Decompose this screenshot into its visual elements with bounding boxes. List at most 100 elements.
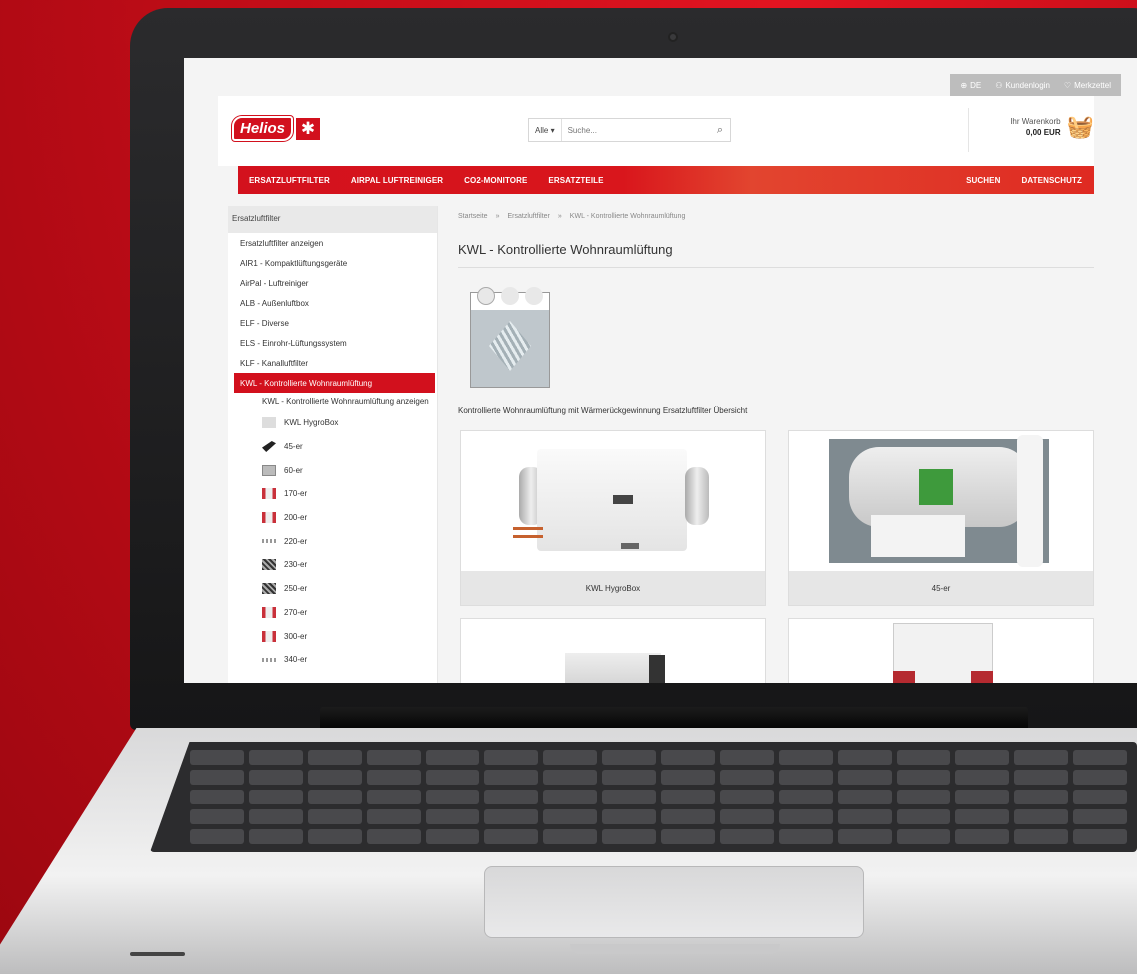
product-label: 250-er <box>284 584 308 594</box>
keyboard-key <box>719 769 774 785</box>
sidebar-item[interactable]: Ersatzluftfilter anzeigen <box>228 233 437 253</box>
cart-total: 0,00 EUR <box>1025 128 1061 137</box>
user-icon: ⚇ <box>995 80 1003 90</box>
product-image-part <box>565 653 661 683</box>
keyboard-key <box>778 750 833 765</box>
sidebar-item[interactable]: AirPal - Luftreiniger <box>228 273 437 293</box>
sidebar-item[interactable]: ALB - Außenluftbox <box>228 293 437 313</box>
category-sidebar: Ersatzluftfilter Ersatzluftfilter anzeig… <box>228 206 438 683</box>
keyboard-key <box>896 789 951 805</box>
keyboard-key <box>307 809 362 825</box>
sidebar-item-active[interactable]: KWL - Kontrollierte Wohnraumlüftung <box>234 373 435 393</box>
keyboard <box>150 742 1137 852</box>
product-label: 300-er <box>284 631 308 641</box>
sidebar-product-item[interactable]: 230-er <box>228 553 437 577</box>
sidebar-product-item[interactable]: 300-er <box>228 624 437 648</box>
product-thumbnail <box>262 630 276 642</box>
keyboard-key <box>602 769 656 785</box>
keyboard-key <box>719 750 774 765</box>
main-navigation: ERSATZLUFTFILTER AIRPAL LUFTREINIGER CO2… <box>238 166 1094 194</box>
language-selector[interactable]: ⊕ DE <box>960 81 981 90</box>
product-image <box>789 619 1093 683</box>
keyboard-key <box>425 789 480 805</box>
globe-icon: ⊕ <box>960 80 968 90</box>
keyboard-key <box>543 769 598 785</box>
keyboard-key <box>955 789 1010 805</box>
product-card-60er[interactable] <box>460 618 766 683</box>
keyboard-key <box>484 750 539 765</box>
breadcrumb-home[interactable]: Startseite <box>458 213 488 220</box>
product-image-part <box>893 671 915 683</box>
product-image <box>789 431 1093 571</box>
cart-widget[interactable]: Ihr Warenkorb 0,00 EUR 🧺 <box>1010 116 1094 138</box>
header-divider <box>968 108 969 152</box>
keyboard-key <box>366 809 421 825</box>
product-image-part <box>621 543 639 549</box>
keyboard-key <box>307 789 362 805</box>
product-thumbnail <box>262 512 276 524</box>
sidebar-product-item[interactable]: 200-er <box>228 506 437 530</box>
utility-bar: ⊕ DE ⚇ Kundenlogin ♡ Merkzettel <box>950 74 1121 96</box>
logo-wordmark: Helios <box>232 116 294 141</box>
sidebar-subitem-show-all[interactable]: KWL - Kontrollierte Wohnraumlüftung anze… <box>228 393 437 411</box>
breadcrumb-separator: » <box>495 213 500 220</box>
sidebar-product-item[interactable]: 270-er <box>228 601 437 625</box>
sidebar-item[interactable]: ELS - Einrohr-Lüftungssystem <box>228 333 437 353</box>
product-thumbnail <box>262 441 276 453</box>
sidebar-item[interactable]: ELF - Diverse <box>228 313 437 333</box>
keyboard-key <box>837 750 892 765</box>
wishlist-link[interactable]: ♡ Merkzettel <box>1064 81 1111 90</box>
keyboard-key <box>837 809 892 825</box>
nav-airpal-luftreiniger[interactable]: AIRPAL LUFTREINIGER <box>351 176 443 185</box>
breadcrumb-category[interactable]: Ersatzluftfilter <box>507 213 549 220</box>
product-image-part <box>513 527 543 530</box>
search-icon[interactable]: ⌕ <box>710 124 730 137</box>
sidebar-product-item[interactable]: 170-er <box>228 482 437 506</box>
product-card-45er[interactable]: 45-er <box>788 430 1094 606</box>
helios-logo[interactable]: Helios ✱ <box>232 116 321 141</box>
nav-ersatzteile[interactable]: ERSATZTEILE <box>548 176 603 185</box>
keyboard-key <box>955 829 1010 844</box>
breadcrumb: Startseite » Ersatzluftfilter » KWL - Ko… <box>458 213 1094 220</box>
keyboard-key <box>484 829 539 844</box>
sidebar-product-item[interactable]: 220-er <box>228 529 437 553</box>
keyboard-key <box>1073 789 1127 805</box>
category-image <box>470 287 550 388</box>
nav-co2-monitore[interactable]: CO2-MONITORE <box>464 176 527 185</box>
product-image-part <box>537 449 687 551</box>
language-label: DE <box>970 80 982 90</box>
nav-suchen[interactable]: SUCHEN <box>966 176 1000 185</box>
login-label: Kundenlogin <box>1005 80 1050 90</box>
keyboard-key <box>896 769 951 785</box>
keyboard-key <box>661 750 715 765</box>
keyboard-key <box>778 789 833 805</box>
sidebar-product-item[interactable]: KWL HygroBox <box>228 411 437 435</box>
main-content: Startseite » Ersatzluftfilter » KWL - Ko… <box>458 206 1094 683</box>
product-label: 230-er <box>284 560 308 570</box>
product-card-hygrobox[interactable]: KWL HygroBox <box>460 430 766 606</box>
sidebar-product-item[interactable]: 60-er <box>228 458 437 482</box>
keyboard-key <box>366 829 421 844</box>
search-input[interactable] <box>561 125 710 135</box>
search-category-select[interactable]: Alle ▾ <box>529 119 562 141</box>
customer-login-link[interactable]: ⚇ Kundenlogin <box>995 81 1050 90</box>
sidebar-product-item[interactable]: 250-er <box>228 577 437 601</box>
keyboard-key <box>307 769 362 785</box>
sidebar-product-item[interactable]: 340-er <box>228 648 437 672</box>
keyboard-key <box>425 769 480 785</box>
sidebar-item[interactable]: AIR1 - Kompaktlüftungsgeräte <box>228 253 437 273</box>
sidebar-product-item[interactable]: 45-er <box>228 435 437 459</box>
product-label: 200-er <box>284 513 308 523</box>
nav-ersatzluftfilter[interactable]: ERSATZLUFTFILTER <box>249 176 330 185</box>
product-label: 45-er <box>284 442 303 452</box>
keyboard-key <box>661 769 715 785</box>
keyboard-key <box>778 769 833 785</box>
product-label: 170-er <box>284 489 308 499</box>
keyboard-key <box>248 769 303 785</box>
sidebar-item[interactable]: KLF - Kanalluftfilter <box>228 353 437 373</box>
product-card-170er[interactable] <box>788 618 1094 683</box>
fan-logo-icon: ✱ <box>296 117 321 140</box>
touchpad <box>484 866 864 938</box>
nav-datenschutz[interactable]: DATENSCHUTZ <box>1021 176 1082 185</box>
keyboard-key <box>307 829 362 844</box>
